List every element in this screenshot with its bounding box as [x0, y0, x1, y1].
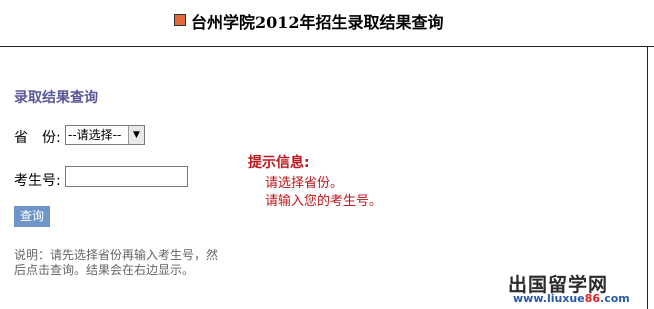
- hint-line: 请选择省份。: [265, 176, 344, 191]
- watermark-url-accent: 86: [584, 292, 601, 305]
- hint-line: 请输入您的考生号。: [265, 194, 383, 209]
- province-select-value: --请选择--: [68, 128, 122, 142]
- province-select[interactable]: --请选择-- ▼: [65, 125, 145, 145]
- top-divider: [0, 46, 654, 47]
- page-header: 台州学院2012年招生录取结果查询: [0, 0, 654, 42]
- instructions-note: 说明：请先选择省份再输入考生号，然后点击查询。结果会在右边显示。: [14, 248, 219, 277]
- exam-number-input[interactable]: [65, 166, 188, 187]
- exam-number-label: 考生号:: [14, 173, 61, 189]
- page: 台州学院2012年招生录取结果查询 录取结果查询 省 份: --请选择-- ▼ …: [0, 0, 654, 309]
- watermark-url-prefix: www.liuxue: [513, 292, 585, 305]
- page-title: 台州学院2012年招生录取结果查询: [191, 13, 444, 32]
- right-divider: [647, 46, 648, 309]
- query-button[interactable]: 查询: [14, 206, 50, 227]
- watermark-url-suffix: .com: [600, 292, 630, 305]
- province-label: 省 份:: [14, 130, 61, 146]
- watermark-url: www.liuxue86.com: [513, 292, 630, 305]
- chevron-down-icon[interactable]: ▼: [128, 126, 144, 144]
- section-title: 录取结果查询: [14, 90, 98, 106]
- hint-title: 提示信息:: [248, 155, 310, 171]
- square-bullet-icon: [174, 14, 186, 26]
